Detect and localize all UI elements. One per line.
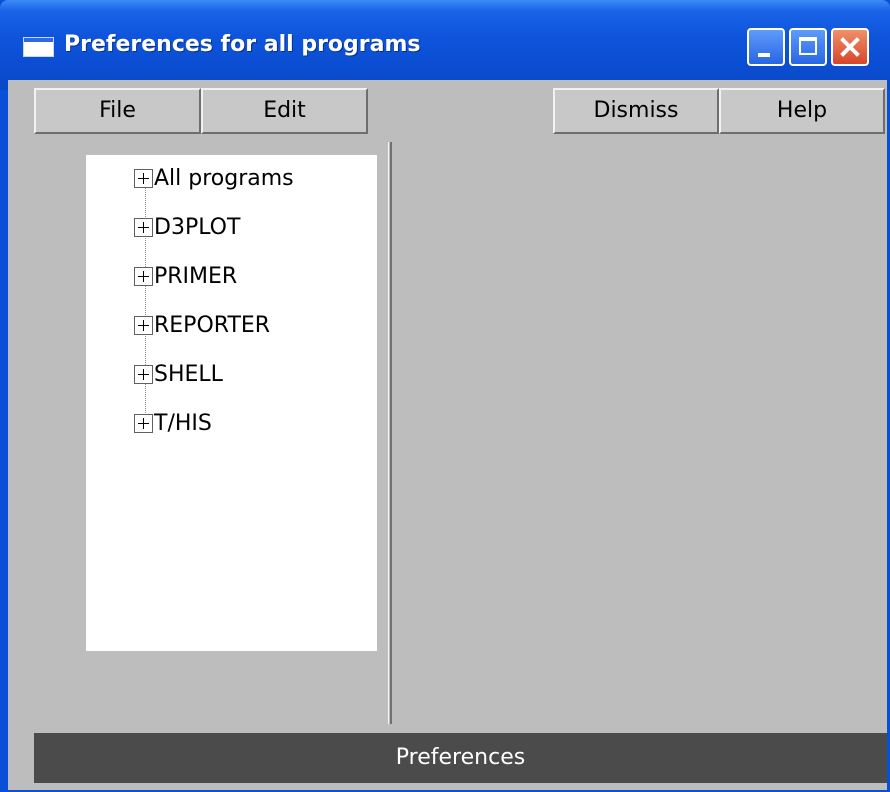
expand-plus-icon[interactable] [134,316,153,335]
maximize-icon [799,37,817,55]
tree-connector-line [145,175,146,427]
tree-item-label: PRIMER [154,264,238,289]
file-menu-button[interactable]: File [34,88,201,134]
expand-plus-icon[interactable] [134,169,153,188]
expand-plus-icon[interactable] [134,414,153,433]
client-area: File Edit Dismiss Help All programs D3PL… [8,80,887,790]
tree-item-label: D3PLOT [154,215,241,240]
program-tree[interactable]: All programs D3PLOT PRIMER REPORTER SHEL… [86,155,377,651]
edit-menu-button[interactable]: Edit [201,88,368,134]
tree-item-label: SHELL [154,362,223,387]
maximize-button[interactable] [789,28,827,66]
minimize-icon [758,53,770,57]
preferences-window: Preferences for all programs File Edit D… [0,0,890,792]
tree-item-label: All programs [154,166,294,191]
close-icon [840,37,860,57]
expand-plus-icon[interactable] [134,365,153,384]
window-title: Preferences for all programs [64,32,421,57]
close-button[interactable] [831,28,869,66]
pane-splitter[interactable] [388,142,392,724]
expand-plus-icon[interactable] [134,218,153,237]
window-icon [23,37,54,57]
minimize-button[interactable] [747,28,785,66]
status-bar: Preferences [34,733,887,783]
help-button[interactable]: Help [719,88,885,134]
tree-item-label: T/HIS [154,411,212,436]
title-bar[interactable]: Preferences for all programs [0,0,890,90]
expand-plus-icon[interactable] [134,267,153,286]
dismiss-button[interactable]: Dismiss [553,88,719,134]
tree-item-label: REPORTER [154,313,271,338]
